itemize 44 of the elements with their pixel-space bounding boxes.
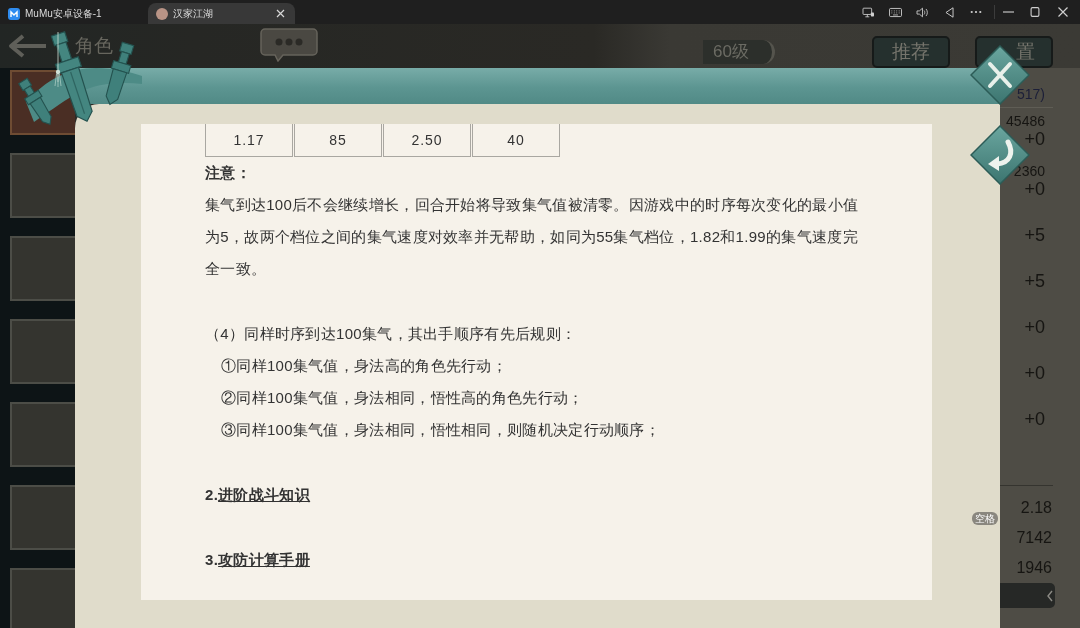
stat-bonus: +0: [1024, 129, 1045, 149]
stat-bonus: +0: [1024, 408, 1045, 431]
rules-heading: （4）同样时序到达100集气，其出手顺序有先后规则：: [205, 324, 578, 344]
back-arrow-icon[interactable]: [8, 34, 48, 58]
stat-value: 2360: [1013, 163, 1045, 179]
close-icon[interactable]: [276, 9, 285, 18]
maximize-icon[interactable]: [1030, 7, 1040, 17]
stat-bonus: +0: [1024, 316, 1045, 339]
stat-value: 2.18: [1020, 498, 1052, 518]
stat-bonus: +0: [1024, 179, 1045, 199]
rule-item: ②同样100集气值，身法相同，悟性高的角色先行动；: [220, 388, 585, 408]
table-cell: 40: [472, 124, 560, 157]
level-label: 60级: [703, 40, 775, 64]
key-hint-label: 空格: [972, 512, 998, 525]
table-cell: 2.50: [383, 124, 471, 157]
app-icon: [156, 7, 168, 20]
note-paragraph: 集气到达100后不会继续增长，回合开始将导致集气值被清零。因游戏中的时序每次变化的最小值为5，故两个档位之间的集气速度对效率并无帮助，如同为55集气档位，1.82和1.99的集气速度完全一致。: [205, 195, 860, 279]
keyboard-icon[interactable]: [889, 6, 902, 18]
monitor-icon[interactable]: [862, 6, 875, 18]
stat-value: 1946: [1016, 558, 1052, 578]
note-heading: 注意：: [205, 163, 252, 183]
stat-bonus: +0: [1024, 362, 1045, 385]
close-icon[interactable]: [1058, 7, 1068, 17]
section-number: 2.: [205, 486, 219, 503]
section-link[interactable]: 攻防计算手册: [218, 551, 310, 568]
stat-value: 7142: [1016, 528, 1052, 548]
more-icon[interactable]: [970, 10, 982, 14]
section-number: 3.: [205, 551, 219, 568]
rule-item: ③同样100集气值，身法相同，悟性相同，则随机决定行动顺序；: [220, 420, 662, 440]
table-cell: 1.17: [205, 124, 293, 157]
window-tab[interactable]: MuMu安卓设备-1: [0, 3, 146, 24]
back-icon[interactable]: [943, 6, 956, 18]
chat-bubble-icon[interactable]: [260, 28, 318, 62]
app-logo-icon: [8, 7, 20, 20]
stat-bonus: +5: [1024, 224, 1045, 247]
section-link[interactable]: 进阶战斗知识: [218, 486, 310, 503]
rule-item: ①同样100集气值，身法高的角色先行动；: [220, 356, 509, 376]
volume-icon[interactable]: [916, 6, 929, 18]
stat-bonus: +5: [1024, 270, 1045, 293]
page-title: 角色: [74, 35, 114, 57]
table-cell: 85: [294, 124, 382, 157]
window-tab[interactable]: 汉家江湖: [148, 3, 295, 24]
stat-value: 45486: [1006, 113, 1045, 129]
chevron-left-icon: [1047, 589, 1053, 602]
